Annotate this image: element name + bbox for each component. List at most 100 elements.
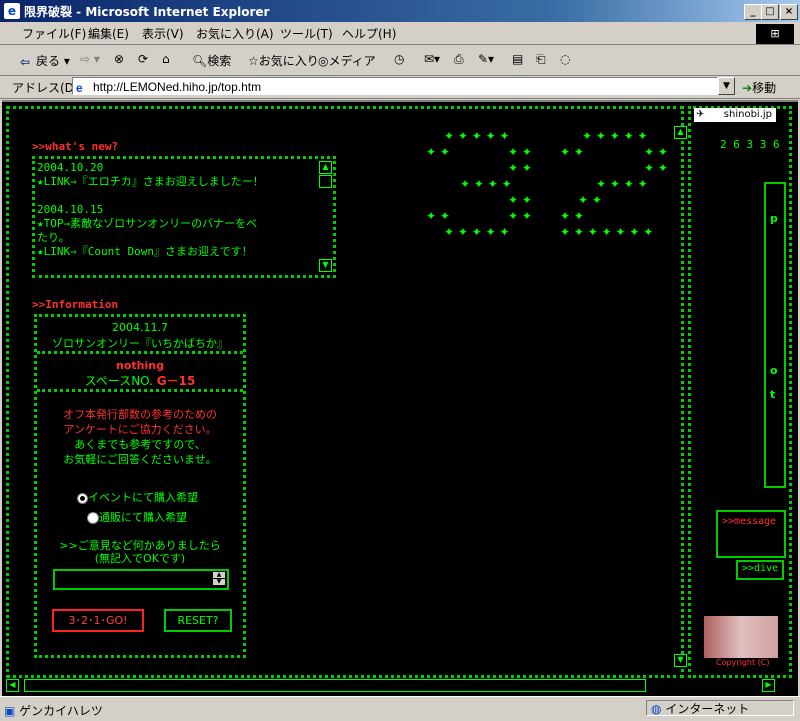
copyright: Copyright (C) <box>716 658 770 667</box>
event-name: ゾロサンオンリー『いちかばちか』 <box>52 337 228 350</box>
space-label: スペースNO. <box>84 374 153 388</box>
star-row: ✦ ✦ <box>508 161 532 175</box>
windows-logo-icon: ⊞ <box>756 24 794 44</box>
star-row: ✦ ✦ <box>644 161 668 175</box>
right-menu-letter[interactable]: t <box>770 388 775 401</box>
space-value: G－15 <box>156 374 196 388</box>
messenger-icon[interactable]: ⎗ <box>536 52 546 67</box>
forward-button[interactable]: ⇨ ▾ <box>80 52 100 66</box>
maximize-button[interactable]: □ <box>761 4 779 20</box>
star-row: ✦ ✦ ✦ ✦ <box>596 177 648 191</box>
comment-line: >>ご意見など何かありましたら <box>59 539 221 552</box>
address-url: http://LEMONed.hiho.jp/top.htm <box>93 80 262 94</box>
page-status-icon: ▣ <box>4 704 16 718</box>
close-button[interactable]: × <box>780 4 798 20</box>
print-icon[interactable]: ⎙ <box>454 52 464 67</box>
reset-button[interactable]: RESET? <box>164 609 232 632</box>
star-logo: ✦ ✦ ✦ ✦ ✦ ✦ ✦ ✦ ✦ ✦ ✦ ✦ ✦ ✦ ✦ ✦ ✦ ✦ ✦ ✦ … <box>424 126 674 244</box>
back-button[interactable]: ⇦ 戻る ▾ <box>20 52 70 69</box>
menu-edit[interactable]: 編集(E) <box>88 25 129 42</box>
message-link[interactable]: >>message <box>722 516 776 527</box>
star-row: ✦ ✦ <box>508 193 532 207</box>
event-status: nothing <box>116 359 164 372</box>
menu-tools[interactable]: ツール(T) <box>280 25 333 42</box>
menu-help[interactable]: ヘルプ(H) <box>342 25 396 42</box>
media-label: メディア <box>328 54 376 68</box>
banner-image[interactable] <box>704 616 778 658</box>
radio-unchecked-icon[interactable] <box>87 512 99 524</box>
toolbar: ⇦ 戻る ▾ ⇨ ▾ ⊗ ⟳ ⌂ 🔍︎検索 ☆お気に入り ◎メディア ◷ ✉▾ ⎙… <box>0 45 800 76</box>
minimize-button[interactable]: _ <box>744 4 762 20</box>
news-line: たり。 <box>37 231 70 244</box>
go-submit-button[interactable]: 3･2･1･GO! <box>52 609 144 632</box>
whatsnew-content: 2004.10.20 ★LINK⇒『エロチカ』さまお迎えしましたー！ 2004.… <box>37 161 313 259</box>
shinobi-badge[interactable]: ✈ shinobi.jp <box>694 108 776 122</box>
menu-favorites[interactable]: お気に入り(A) <box>196 25 274 42</box>
horizontal-scrollbar[interactable]: ◀ ▶ <box>6 678 778 692</box>
radio-mailorder[interactable]: 通販にて購入希望 <box>87 509 187 525</box>
title-bar: e 限界破裂 - Microsoft Internet Explorer _ □… <box>0 0 800 22</box>
research-icon[interactable]: ◌ <box>560 52 570 66</box>
whatsnew-heading: >>what's new? <box>32 140 119 153</box>
divider <box>37 389 243 392</box>
comment-prompt: >>ご意見など何かありましたら (無記入でOKです) <box>37 539 243 565</box>
favorites-icon: ☆ <box>248 54 259 68</box>
news-line: ★LINK⇒『エロチカ』さまお迎えしましたー！ <box>37 175 264 188</box>
menu-view[interactable]: 表示(V) <box>142 25 184 42</box>
survey-line: あくまでも参考ですので、 <box>74 438 206 451</box>
scroll-thumb[interactable] <box>319 175 332 188</box>
radio-event[interactable]: イベントにて購入希望 <box>77 489 198 505</box>
frame-scroll-down[interactable]: ▼ <box>674 654 687 667</box>
dive-box[interactable]: >>dive <box>736 560 784 580</box>
comment-input[interactable]: ▲ ▼ <box>53 569 229 590</box>
address-label: アドレス(D) <box>12 81 79 95</box>
address-dropdown-button[interactable]: ▼ <box>718 77 735 95</box>
frame-scroll-up[interactable]: ▲ <box>674 126 687 139</box>
right-menu-letter[interactable]: p <box>770 212 778 225</box>
globe-icon: ◍ <box>651 702 662 716</box>
stop-icon[interactable]: ⊗ <box>114 52 124 66</box>
comment-scroll-down[interactable]: ▼ <box>213 579 225 585</box>
scroll-up-button[interactable]: ▲ <box>319 161 332 174</box>
discuss-icon[interactable]: ▤ <box>512 52 523 66</box>
go-label: 移動 <box>752 81 777 95</box>
hscroll-thumb[interactable] <box>24 679 646 692</box>
search-button[interactable]: 🔍︎検索 <box>192 52 231 69</box>
scroll-down-button[interactable]: ▼ <box>319 259 332 272</box>
radio-event-label: イベントにて購入希望 <box>88 491 198 504</box>
star-row: ✦ ✦ <box>508 145 532 159</box>
shinobi-label: shinobi.jp <box>723 109 772 120</box>
history-icon[interactable]: ◷ <box>394 52 404 66</box>
search-icon: 🔍︎ <box>192 54 208 68</box>
star-row: ✦ ✦ ✦ ✦ ✦ <box>582 129 648 143</box>
window-title: 限界破裂 - Microsoft Internet Explorer <box>24 5 270 19</box>
survey-red-text: オフ本発行部数の参考のための アンケートにご協力ください。 <box>37 407 243 437</box>
radio-checked-icon[interactable] <box>77 492 88 504</box>
news-line: ★TOP⇒素敵なゾロサンオンリーのバナーをべ <box>37 217 258 230</box>
address-input[interactable]: e http://LEMONed.hiho.jp/top.htm <box>72 77 718 95</box>
star-row: ✦ ✦ <box>560 209 584 223</box>
right-menu-letter[interactable]: o <box>770 364 778 377</box>
zone-label: インターネット <box>665 702 750 716</box>
ie-icon: e <box>4 3 20 19</box>
refresh-icon[interactable]: ⟳ <box>138 52 148 66</box>
news-line <box>37 189 313 203</box>
home-icon[interactable]: ⌂ <box>162 52 170 66</box>
message-box[interactable]: >>message <box>716 510 786 558</box>
dive-link[interactable]: >>dive <box>742 563 778 574</box>
media-button[interactable]: ◎メディア <box>318 52 376 69</box>
favorites-button[interactable]: ☆お気に入り <box>248 52 319 69</box>
divider <box>37 351 243 354</box>
hscroll-left[interactable]: ◀ <box>6 679 19 692</box>
edit-icon[interactable]: ✎▾ <box>478 52 494 66</box>
mail-icon[interactable]: ✉▾ <box>424 52 440 66</box>
go-arrow-icon: ➔ <box>742 81 753 95</box>
star-row: ✦ ✦ <box>508 209 532 223</box>
menu-file[interactable]: ファイル(F) <box>22 25 86 42</box>
back-arrow-icon: ⇦ <box>20 54 31 69</box>
hscroll-right[interactable]: ▶ <box>762 679 775 692</box>
star-row: ✦ ✦ ✦ ✦ <box>460 177 512 191</box>
go-button[interactable]: ➔移動 <box>742 79 776 96</box>
status-bar: ▣ ゲンカイハレツ ◍ インターネット <box>0 696 800 721</box>
page-icon: e <box>76 81 83 95</box>
